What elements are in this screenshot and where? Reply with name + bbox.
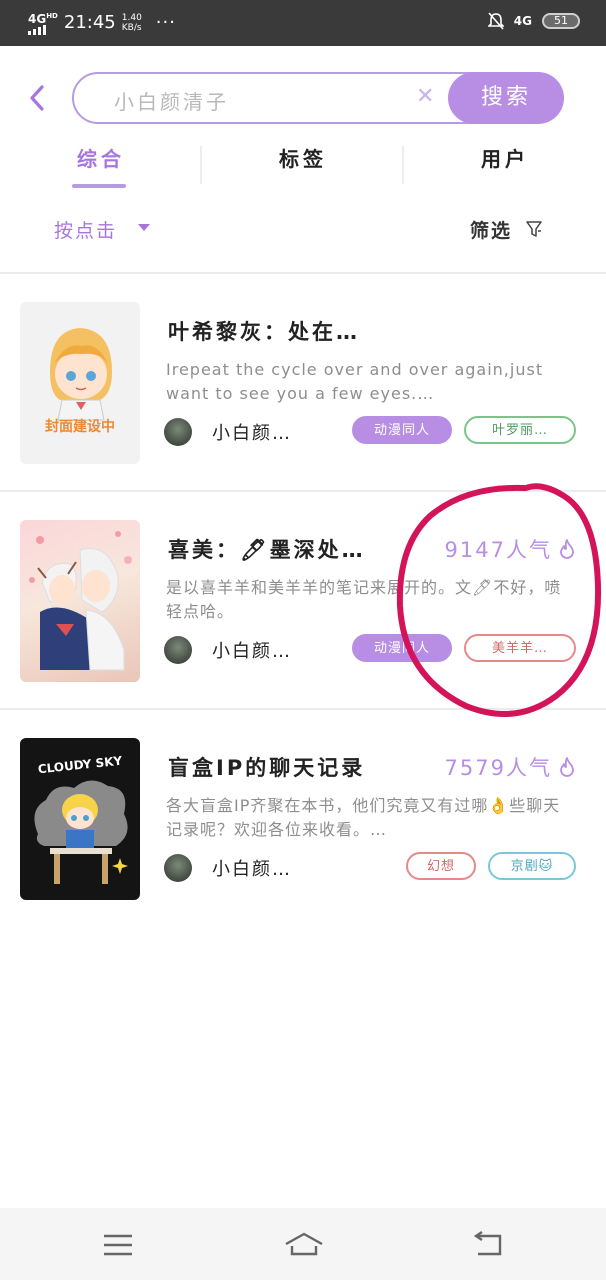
tag-chip[interactable]: 动漫同人 bbox=[352, 634, 452, 662]
book-tags: 幻想 京剧🐱 bbox=[406, 852, 576, 880]
tag-chip[interactable]: 京剧🐱 bbox=[488, 852, 576, 880]
anime-character-illustration bbox=[50, 328, 112, 421]
tab-users[interactable]: 用户 bbox=[404, 142, 606, 192]
tab-divider bbox=[200, 146, 202, 184]
book-author[interactable]: 小白颜… bbox=[164, 854, 292, 882]
popularity: 7579人气 bbox=[445, 752, 576, 782]
signal-bars-icon bbox=[28, 25, 58, 35]
tag-chip[interactable]: 幻想 bbox=[406, 852, 476, 880]
battery-level: 51 bbox=[554, 14, 568, 27]
author-name: 小白颜… bbox=[212, 641, 292, 662]
filter-icon[interactable] bbox=[526, 220, 542, 238]
tab-general[interactable]: 综合 bbox=[0, 142, 202, 192]
back-icon[interactable] bbox=[470, 1230, 506, 1260]
book-item[interactable]: 喜美：🖊墨深处… 9147人气 是以喜羊羊和美羊羊的笔记来展开的。文🖊不好，喷轻… bbox=[0, 492, 606, 682]
hd-badge: HD bbox=[46, 12, 58, 20]
sort-dropdown[interactable]: 按点击 bbox=[54, 216, 117, 243]
book-item[interactable]: 封面建设中 叶希黎灰：处在… Irepeat the cycle over an… bbox=[0, 274, 606, 464]
flame-icon bbox=[560, 539, 574, 559]
book-cover: CLOUDY SKY bbox=[20, 738, 140, 900]
clear-icon[interactable]: ✕ bbox=[416, 84, 434, 109]
speed-unit: KB/s bbox=[121, 22, 142, 33]
network-speed: 1.40 KB/s bbox=[122, 13, 142, 33]
popularity-count: 9147人气 bbox=[444, 538, 552, 562]
tag-chip[interactable]: 美羊羊… bbox=[464, 634, 576, 662]
flame-icon bbox=[560, 757, 574, 777]
book-title[interactable]: 喜美：🖊墨深处… bbox=[168, 534, 366, 564]
caret-down-icon[interactable] bbox=[138, 224, 150, 231]
book-tags: 动漫同人 叶罗丽… bbox=[352, 416, 576, 444]
network-type: 4G bbox=[28, 12, 47, 26]
tag-chip[interactable]: 叶罗丽… bbox=[464, 416, 576, 444]
bell-off-icon bbox=[487, 12, 504, 30]
menu-icon[interactable] bbox=[100, 1230, 136, 1260]
back-arrow-icon[interactable] bbox=[24, 84, 52, 112]
more-notifications-icon: ··· bbox=[155, 12, 176, 33]
search-query-text: 小白颜清子 bbox=[114, 90, 229, 114]
book-description: Irepeat the cycle over and over again,ju… bbox=[166, 360, 544, 403]
home-icon[interactable] bbox=[284, 1230, 324, 1260]
system-nav-bar bbox=[0, 1208, 606, 1280]
book-tags: 动漫同人 美羊羊… bbox=[352, 634, 576, 662]
book-title[interactable]: 盲盒IP的聊天记录 bbox=[168, 752, 365, 782]
popularity: 9147人气 bbox=[445, 534, 576, 564]
filter-button[interactable]: 筛选 bbox=[470, 216, 512, 243]
anime-couple-illustration bbox=[29, 531, 132, 671]
tab-tags[interactable]: 标签 bbox=[202, 142, 404, 192]
avatar bbox=[164, 636, 192, 664]
book-author[interactable]: 小白颜… bbox=[164, 418, 292, 446]
tag-chip[interactable]: 动漫同人 bbox=[352, 416, 452, 444]
sort-bar: 按点击 筛选 bbox=[0, 212, 606, 248]
book-description: 各大盲盒IP齐聚在本书，他们究竟又有过哪👌些聊天记录呢？欢迎各位来收看。… bbox=[166, 796, 561, 839]
speed-value: 1.40 bbox=[121, 12, 142, 23]
result-tabs: 综合 标签 用户 bbox=[0, 142, 606, 192]
book-title[interactable]: 叶希黎灰：处在… bbox=[168, 316, 360, 346]
search-button[interactable]: 搜索 bbox=[448, 72, 564, 124]
clock: 21:45 bbox=[63, 12, 116, 33]
signal-indicator: 4GHD bbox=[28, 10, 58, 35]
book-cover bbox=[20, 520, 140, 682]
battery-icon: 51 bbox=[542, 13, 580, 29]
search-header: 小白颜清子 ✕ 搜索 综合 标签 用户 按点击 筛选 bbox=[0, 46, 606, 256]
book-author[interactable]: 小白颜… bbox=[164, 636, 292, 664]
cover-placeholder-text: 封面建设中 bbox=[45, 419, 115, 435]
book-item[interactable]: CLOUDY SKY 盲盒IP的聊天记录 7579人气 各大盲盒IP齐聚在本书，… bbox=[0, 710, 606, 900]
author-name: 小白颜… bbox=[212, 859, 292, 880]
author-name: 小白颜… bbox=[212, 423, 292, 444]
tab-divider bbox=[402, 146, 404, 184]
avatar bbox=[164, 854, 192, 882]
status-bar: 4GHD 21:45 1.40 KB/s ··· 4G 51 bbox=[0, 0, 606, 46]
mobile-data-indicator: 4G bbox=[513, 14, 532, 28]
popularity-count: 7579人气 bbox=[444, 756, 552, 780]
book-cover: 封面建设中 bbox=[20, 302, 140, 464]
book-description: 是以喜羊羊和美羊羊的笔记来展开的。文🖊不好，喷轻点哈。 bbox=[166, 578, 562, 621]
avatar bbox=[164, 418, 192, 446]
